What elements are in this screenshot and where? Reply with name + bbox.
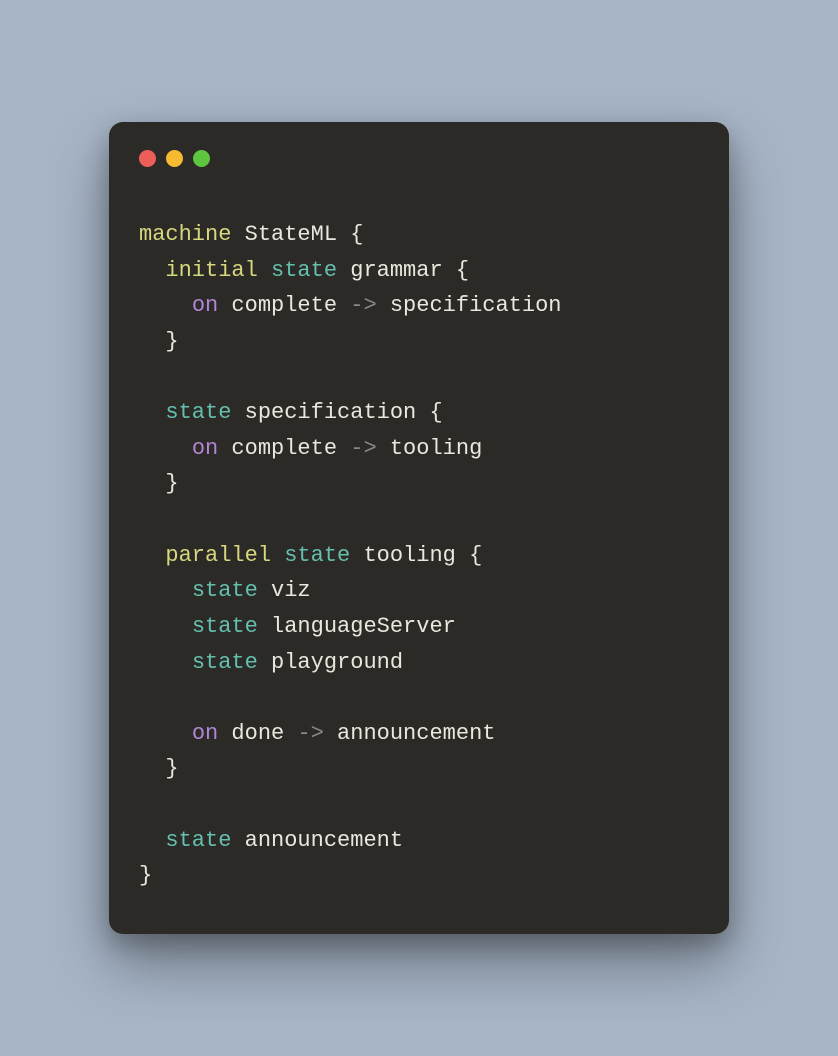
code-token (139, 436, 192, 461)
code-token (139, 614, 192, 639)
code-token (337, 436, 350, 461)
code-token: } (165, 471, 178, 496)
code-token: complete (231, 293, 337, 318)
code-token: -> (297, 721, 323, 746)
maximize-icon[interactable] (193, 150, 210, 167)
code-token: complete (231, 436, 337, 461)
code-token: tooling (390, 436, 482, 461)
code-line: } (139, 751, 699, 787)
code-token (139, 721, 192, 746)
code-token (218, 436, 231, 461)
code-line: on done -> announcement (139, 716, 699, 752)
code-token: state (192, 614, 258, 639)
code-token: state (165, 400, 231, 425)
code-token: } (165, 756, 178, 781)
code-token: state (271, 258, 337, 283)
code-token: viz (271, 578, 311, 603)
code-line (139, 360, 699, 396)
code-token: announcement (337, 721, 495, 746)
code-line: machine StateML { (139, 217, 699, 253)
code-line: } (139, 466, 699, 502)
code-token: state (165, 828, 231, 853)
code-token: languageServer (271, 614, 456, 639)
code-token (337, 293, 350, 318)
code-line (139, 502, 699, 538)
code-token (258, 614, 271, 639)
code-token: specification (390, 293, 562, 318)
close-icon[interactable] (139, 150, 156, 167)
code-token: parallel (165, 543, 271, 568)
code-token: -> (350, 293, 376, 318)
code-token (139, 828, 165, 853)
code-token (271, 543, 284, 568)
code-token (258, 650, 271, 675)
code-token (231, 222, 244, 247)
code-token (377, 293, 390, 318)
code-token (218, 293, 231, 318)
code-token: on (192, 721, 218, 746)
code-token: announcement (245, 828, 403, 853)
code-token (350, 543, 363, 568)
code-token: -> (350, 436, 376, 461)
minimize-icon[interactable] (166, 150, 183, 167)
code-line: state announcement (139, 823, 699, 859)
code-line: state languageServer (139, 609, 699, 645)
code-token: { (350, 222, 363, 247)
code-token: StateML (245, 222, 337, 247)
code-token (139, 329, 165, 354)
code-line (139, 680, 699, 716)
code-token: specification (245, 400, 417, 425)
code-token (139, 650, 192, 675)
code-token: { (469, 543, 482, 568)
code-token: playground (271, 650, 403, 675)
code-token: on (192, 436, 218, 461)
code-window: machine StateML { initial state grammar … (109, 122, 729, 934)
code-token (456, 543, 469, 568)
code-token: { (429, 400, 442, 425)
code-token: done (231, 721, 284, 746)
code-token: tooling (363, 543, 455, 568)
code-token: state (192, 578, 258, 603)
window-titlebar (139, 150, 699, 167)
code-token: grammar (350, 258, 442, 283)
code-token (139, 293, 192, 318)
code-line: on complete -> tooling (139, 431, 699, 467)
code-token (443, 258, 456, 283)
code-token (231, 828, 244, 853)
code-token: initial (165, 258, 257, 283)
code-token (139, 756, 165, 781)
code-token (139, 543, 165, 568)
code-line: } (139, 858, 699, 894)
code-line: state specification { (139, 395, 699, 431)
code-token (284, 721, 297, 746)
code-token: machine (139, 222, 231, 247)
code-editor[interactable]: machine StateML { initial state grammar … (139, 217, 699, 894)
code-token: { (456, 258, 469, 283)
code-line: initial state grammar { (139, 253, 699, 289)
code-token (337, 222, 350, 247)
code-token: state (284, 543, 350, 568)
code-line (139, 787, 699, 823)
code-token (231, 400, 244, 425)
code-token (139, 258, 165, 283)
code-token (258, 258, 271, 283)
code-line: parallel state tooling { (139, 538, 699, 574)
code-token: on (192, 293, 218, 318)
code-token (337, 258, 350, 283)
code-line: state playground (139, 645, 699, 681)
code-token (139, 471, 165, 496)
code-token: } (139, 863, 152, 888)
code-token (377, 436, 390, 461)
code-token (139, 400, 165, 425)
code-token (324, 721, 337, 746)
code-token: state (192, 650, 258, 675)
code-token (258, 578, 271, 603)
code-token (218, 721, 231, 746)
code-line: } (139, 324, 699, 360)
code-token: } (165, 329, 178, 354)
code-line: on complete -> specification (139, 288, 699, 324)
code-line: state viz (139, 573, 699, 609)
code-token (416, 400, 429, 425)
code-token (139, 578, 192, 603)
